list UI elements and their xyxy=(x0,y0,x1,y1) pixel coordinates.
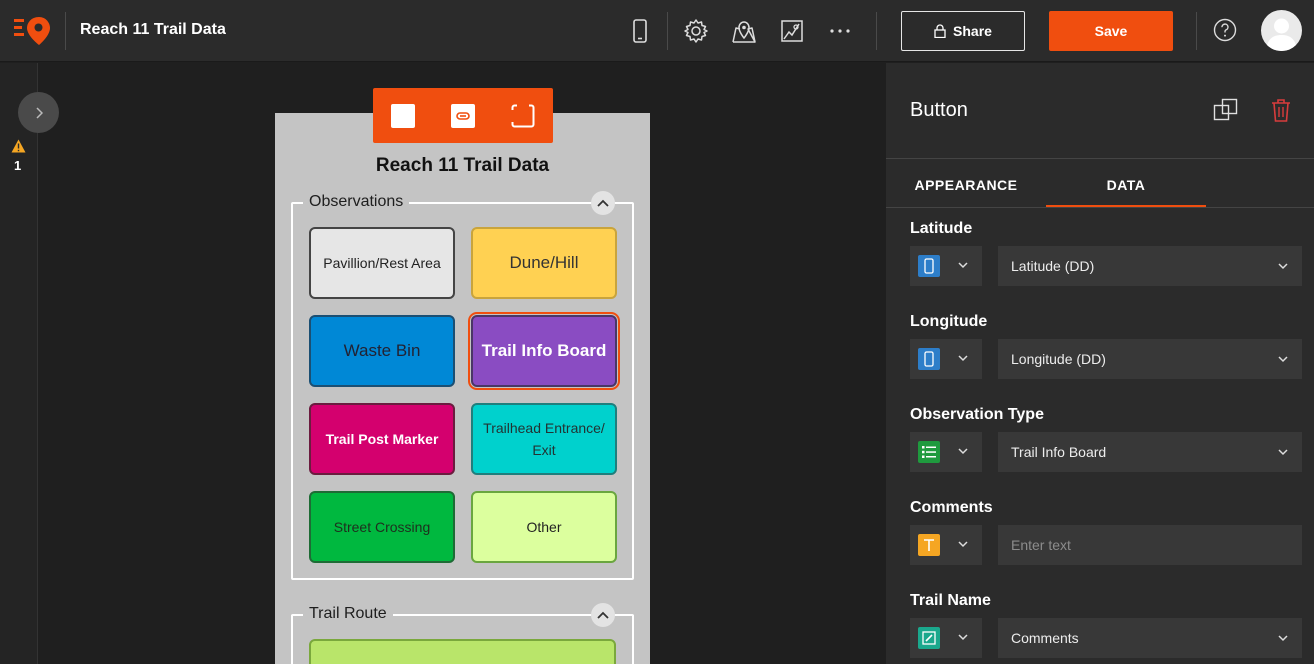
observation-button-other[interactable]: Other xyxy=(471,491,617,563)
observation-button-trail-info-board[interactable]: Trail Info Board xyxy=(468,312,620,390)
device-preview-icon[interactable] xyxy=(625,16,655,46)
warning-icon[interactable] xyxy=(11,139,26,153)
chevron-down-icon xyxy=(1278,449,1288,456)
tab-data[interactable]: DATA xyxy=(1046,163,1206,207)
field-label-observation-type: Observation Type xyxy=(910,406,1044,423)
form-title: Reach 11 Trail Data xyxy=(375,155,550,176)
observation-button-trail-post-marker[interactable]: Trail Post Marker xyxy=(309,403,455,475)
trail-route-group-label: Trail Route xyxy=(303,605,393,623)
chevron-down-icon xyxy=(958,448,968,455)
collapse-trail-route-button[interactable] xyxy=(591,603,615,627)
longitude-value: Longitude (DD) xyxy=(1011,351,1106,367)
field-label-trail-name: Trail Name xyxy=(910,592,991,609)
trail-name-value: Comments xyxy=(1011,630,1079,646)
link-icon[interactable] xyxy=(451,104,475,128)
list-icon xyxy=(918,441,940,463)
collapse-observations-button[interactable] xyxy=(591,191,615,215)
type-picker-observation-type[interactable] xyxy=(910,432,982,472)
lock-icon xyxy=(934,24,946,38)
warning-count: 1 xyxy=(14,158,22,173)
type-picker-trail-name[interactable] xyxy=(910,618,982,658)
longitude-select[interactable]: Longitude (DD) xyxy=(998,339,1302,379)
type-picker-longitude[interactable] xyxy=(910,339,982,379)
observation-button-street-crossing[interactable]: Street Crossing xyxy=(309,491,455,563)
edit-icon xyxy=(918,627,940,649)
trail-name-select[interactable]: Comments xyxy=(998,618,1302,658)
fill-style-icon[interactable] xyxy=(391,104,415,128)
share-label: Share xyxy=(953,23,992,39)
field-label-longitude: Longitude xyxy=(910,313,988,330)
save-button[interactable]: Save xyxy=(1049,11,1173,51)
chevron-right-icon xyxy=(35,106,43,119)
observation-type-value: Trail Info Board xyxy=(1011,444,1107,460)
chevron-up-icon xyxy=(597,199,609,207)
panel-header-divider xyxy=(886,158,1314,159)
app-title: Reach 11 Trail Data xyxy=(80,21,226,38)
map-pin-icon[interactable] xyxy=(729,16,759,46)
chevron-down-icon xyxy=(958,634,968,641)
latitude-value: Latitude (DD) xyxy=(1011,258,1095,274)
expand-panel-button[interactable] xyxy=(18,92,59,133)
panel-title: Button xyxy=(910,99,968,121)
text-icon xyxy=(918,534,940,556)
trail-route-button[interactable] xyxy=(309,639,616,664)
help-icon[interactable] xyxy=(1213,18,1237,42)
comments-input[interactable]: Enter text xyxy=(998,525,1302,565)
settings-icon[interactable] xyxy=(681,16,711,46)
element-toolbar xyxy=(373,88,553,143)
mobile-icon xyxy=(918,255,940,277)
observation-button-pavillion[interactable]: Pavillion/Rest Area xyxy=(309,227,455,299)
field-label-comments: Comments xyxy=(910,499,993,516)
duplicate-icon[interactable] xyxy=(1213,97,1239,123)
left-rail xyxy=(0,63,38,664)
more-icon[interactable] xyxy=(825,16,855,46)
observation-button-waste-bin[interactable]: Waste Bin xyxy=(309,315,455,387)
avatar[interactable] xyxy=(1261,10,1302,51)
type-picker-latitude[interactable] xyxy=(910,246,982,286)
mobile-icon xyxy=(918,348,940,370)
chevron-down-icon xyxy=(958,355,968,362)
map-icon[interactable] xyxy=(777,16,807,46)
tab-appearance[interactable]: APPEARANCE xyxy=(886,163,1046,207)
chevron-down-icon xyxy=(958,541,968,548)
share-button[interactable]: Share xyxy=(901,11,1025,51)
border-style-icon[interactable] xyxy=(511,104,535,128)
top-bar: Reach 11 Trail Data Share Save xyxy=(0,0,1314,62)
chevron-down-icon xyxy=(1278,263,1288,270)
observation-type-select[interactable]: Trail Info Board xyxy=(998,432,1302,472)
delete-icon[interactable] xyxy=(1268,97,1294,123)
chevron-down-icon xyxy=(1278,356,1288,363)
chevron-down-icon xyxy=(958,262,968,269)
survey123-logo[interactable] xyxy=(14,15,50,47)
observation-button-trailhead-entrance-exit[interactable]: Trailhead Entrance/ Exit xyxy=(471,403,617,475)
observation-button-dune-hill[interactable]: Dune/Hill xyxy=(471,227,617,299)
latitude-select[interactable]: Latitude (DD) xyxy=(998,246,1302,286)
chevron-down-icon xyxy=(1278,635,1288,642)
type-picker-comments[interactable] xyxy=(910,525,982,565)
tabs-divider xyxy=(886,207,1314,208)
field-label-latitude: Latitude xyxy=(910,220,973,237)
observations-group-label: Observations xyxy=(303,193,410,211)
chevron-up-icon xyxy=(597,611,609,619)
